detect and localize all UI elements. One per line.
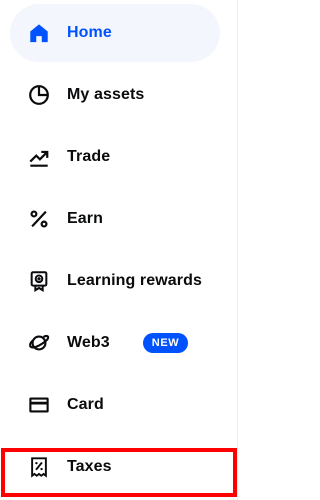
sidebar-item-card[interactable]: Card (10, 376, 220, 434)
sidebar-item-label: Card (67, 396, 104, 413)
percent-icon (28, 208, 50, 230)
new-badge: NEW (142, 333, 189, 353)
trend-chart-icon (28, 146, 50, 168)
sidebar-item-label: Earn (67, 210, 103, 227)
sidebar-item-label: Home (67, 24, 112, 41)
sidebar-item-label: My assets (67, 86, 145, 103)
tax-receipt-icon (28, 456, 50, 478)
card-icon (28, 394, 50, 416)
sidebar-item-web3[interactable]: Web3 NEW (10, 314, 220, 372)
sidebar-item-home[interactable]: Home (10, 4, 220, 62)
sidebar-item-learning-rewards[interactable]: Learning rewards (10, 252, 220, 310)
sidebar-item-earn[interactable]: Earn (10, 190, 220, 248)
sidebar-item-label: Taxes (67, 458, 112, 475)
planet-icon (28, 332, 50, 354)
sidebar-item-my-assets[interactable]: My assets (10, 66, 220, 124)
sidebar-item-label: Web3 (67, 334, 110, 351)
sidebar-item-label: Learning rewards (67, 272, 202, 289)
sidebar-item-taxes[interactable]: Taxes (10, 438, 220, 496)
sidebar-item-label: Trade (67, 148, 111, 165)
pie-chart-icon (28, 84, 50, 106)
sidebar-divider (237, 0, 238, 500)
sidebar-item-trade[interactable]: Trade (10, 128, 220, 186)
reward-badge-icon (28, 270, 50, 292)
home-icon (28, 22, 50, 44)
